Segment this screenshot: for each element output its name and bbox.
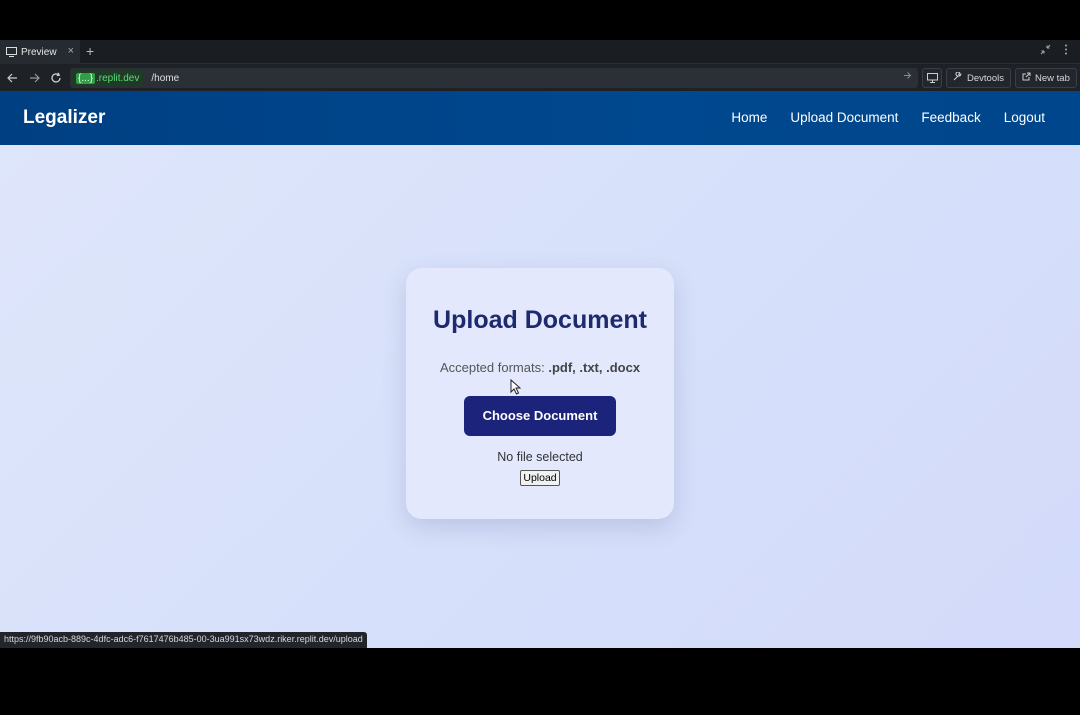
more-vertical-icon[interactable] [1064, 44, 1068, 58]
go-arrow-icon[interactable] [903, 71, 912, 83]
upload-button[interactable]: Upload [520, 470, 560, 486]
device-icon[interactable] [922, 68, 942, 88]
page-title: Upload Document [433, 306, 647, 334]
new-tab-plus-icon[interactable]: + [86, 43, 94, 59]
url-field[interactable]: {...} .replit.dev /home [70, 68, 918, 88]
browser-window: Preview × + {...} .replit.dev /home Devt… [0, 40, 1080, 648]
new-tab-button[interactable]: New tab [1015, 68, 1077, 88]
nav-link-feedback[interactable]: Feedback [921, 110, 980, 125]
app-viewport: Legalizer Home Upload Document Feedback … [0, 91, 1080, 648]
monitor-icon [5, 46, 17, 58]
top-navbar: Legalizer Home Upload Document Feedback … [0, 91, 1080, 145]
collapse-icon[interactable] [1040, 44, 1051, 58]
nav-link-home[interactable]: Home [731, 110, 767, 125]
forward-arrow-icon[interactable] [26, 70, 42, 86]
formats-list: .pdf, .txt, .docx [548, 360, 641, 375]
status-bar-url: https://9fb90acb-889c-4dfc-adc6-f7617476… [0, 632, 367, 648]
external-link-icon [1022, 72, 1031, 84]
tab-preview[interactable]: Preview × [0, 40, 80, 64]
url-host: {...} .replit.dev [72, 70, 144, 86]
reload-icon[interactable] [48, 70, 64, 86]
back-arrow-icon[interactable] [4, 70, 20, 86]
tab-strip: Preview × + [0, 40, 1080, 64]
mouse-pointer-icon [510, 379, 521, 395]
nav-link-logout[interactable]: Logout [1004, 110, 1045, 125]
nav-link-upload-document[interactable]: Upload Document [790, 110, 898, 125]
choose-document-button[interactable]: Choose Document [464, 396, 616, 436]
url-path: /home [151, 72, 180, 84]
devtools-button[interactable]: Devtools [946, 68, 1011, 88]
address-bar-row: {...} .replit.dev /home Devtools New tab [0, 65, 1080, 91]
upload-card: Upload Document Accepted formats: .pdf, … [406, 268, 674, 519]
tab-close-icon[interactable]: × [68, 45, 74, 57]
brand-logo-text[interactable]: Legalizer [23, 107, 105, 129]
tab-title: Preview [21, 46, 57, 58]
wrench-icon [953, 71, 962, 84]
accepted-formats-text: Accepted formats: .pdf, .txt, .docx [439, 360, 641, 375]
nav-links: Home Upload Document Feedback Logout [731, 110, 1045, 125]
file-status-text: No file selected [497, 450, 583, 464]
